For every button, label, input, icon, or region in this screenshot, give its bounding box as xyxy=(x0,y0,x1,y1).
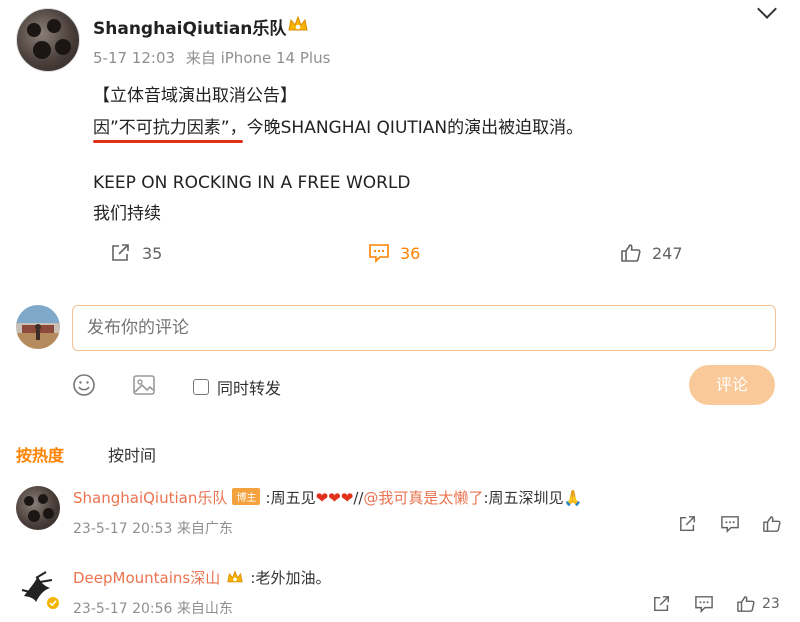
comment-meta: 23-5-17 20:56 来自山东 xyxy=(73,601,233,617)
comment-icon[interactable] xyxy=(720,515,740,533)
sort-by-time-tab[interactable]: 按时间 xyxy=(108,442,156,466)
current-user-avatar[interactable] xyxy=(16,305,60,349)
repost-button[interactable]: 35 xyxy=(110,243,162,263)
comment-avatar[interactable] xyxy=(16,486,60,530)
vip-crown-icon xyxy=(288,15,308,31)
post-source: 来自 iPhone 14 Plus xyxy=(185,49,331,67)
comment-actions xyxy=(678,515,782,533)
highlighted-text: 因”不可抗力因素” xyxy=(93,118,230,138)
post-body-line4: 我们持续 xyxy=(93,204,161,224)
post-title-line: 【立体音域演出取消公告】 xyxy=(93,86,297,106)
repost-toggle[interactable]: 同时转发 xyxy=(193,375,281,399)
comment-like-button[interactable]: 23 xyxy=(736,595,780,613)
comment-row: DeepMountains深山 :老外加油。 xyxy=(73,567,330,588)
repost-label: 同时转发 xyxy=(217,379,282,398)
like-count: 247 xyxy=(652,243,683,263)
repost-icon xyxy=(112,244,129,261)
comment-text: :周五见❤❤❤//@我可真是太懒了:周五深圳见🙏 xyxy=(265,489,583,507)
vip-crown-icon xyxy=(227,570,244,583)
highlight-underline xyxy=(93,140,243,143)
comment-count: 36 xyxy=(400,243,421,263)
verified-icon xyxy=(46,596,60,610)
like-button[interactable]: 247 xyxy=(620,243,683,263)
emoji-icon[interactable] xyxy=(72,373,96,397)
comment-actions: 23 xyxy=(652,595,780,613)
thumbs-up-icon[interactable] xyxy=(762,515,782,533)
repost-count: 35 xyxy=(142,243,163,263)
post-meta: 5-17 12:03 来自 iPhone 14 Plus xyxy=(93,47,330,68)
comment-meta: 23-5-17 20:53 来自广东 xyxy=(73,521,233,537)
repost-checkbox[interactable] xyxy=(193,379,209,395)
post-author-avatar[interactable] xyxy=(16,8,80,72)
comment-text: :老外加油。 xyxy=(250,569,331,587)
mention-link[interactable]: @我可真是太懒了 xyxy=(363,489,483,507)
post-body-line2: 因”不可抗力因素”，今晚SHANGHAI QIUTIAN的演出被迫取消。 xyxy=(93,118,584,138)
repost-icon[interactable] xyxy=(678,515,698,533)
repost-icon[interactable] xyxy=(652,595,672,613)
image-icon[interactable] xyxy=(132,373,156,397)
heart-icon: ❤❤❤ xyxy=(315,489,354,507)
comment-button[interactable]: 36 xyxy=(368,243,420,263)
chevron-down-icon[interactable] xyxy=(757,0,777,19)
thumbs-up-icon xyxy=(621,244,641,262)
post-author-name[interactable]: ShanghaiQiutian乐队 xyxy=(93,14,286,39)
post-timestamp: 5-17 12:03 xyxy=(93,49,176,67)
comment-like-count: 23 xyxy=(762,596,780,612)
sort-by-hot-tab[interactable]: 按热度 xyxy=(16,442,64,466)
comment-author[interactable]: DeepMountains深山 xyxy=(73,569,220,587)
submit-comment-button[interactable]: 评论 xyxy=(689,365,775,405)
comment-input[interactable] xyxy=(72,305,776,351)
post-body-line3: KEEP ON ROCKING IN A FREE WORLD xyxy=(93,173,411,193)
author-badge: 博主 xyxy=(232,488,261,505)
pray-icon: 🙏 xyxy=(563,489,583,507)
comment-icon xyxy=(369,244,389,263)
thumbs-up-icon xyxy=(737,596,755,612)
comment-row: ShanghaiQiutian乐队 博主 :周五见❤❤❤//@我可真是太懒了:周… xyxy=(73,487,582,508)
comment-icon[interactable] xyxy=(694,595,714,613)
comment-author[interactable]: ShanghaiQiutian乐队 xyxy=(73,489,227,507)
